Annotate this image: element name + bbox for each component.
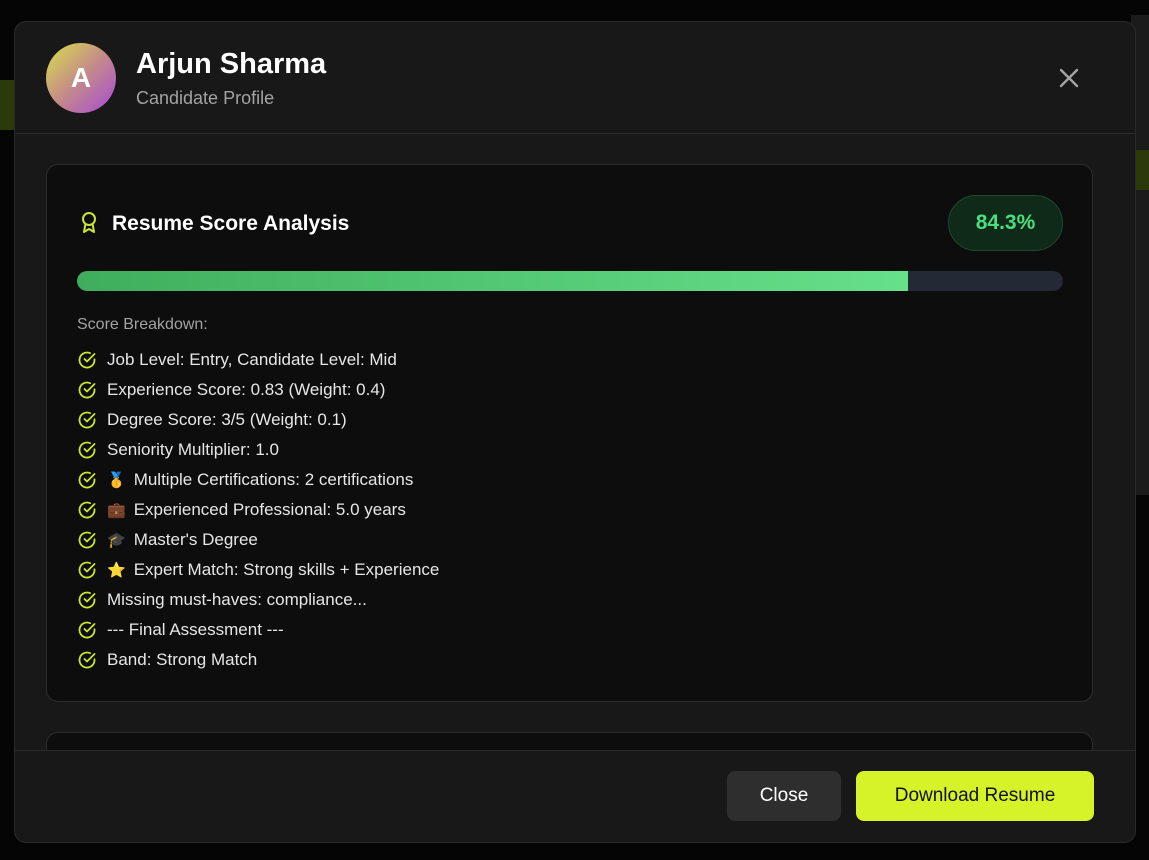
download-resume-button[interactable]: Download Resume: [856, 771, 1094, 821]
breakdown-item-text: Experience Score: 0.83 (Weight: 0.4): [107, 380, 386, 399]
modal-header: A Arjun Sharma Candidate Profile: [15, 22, 1135, 134]
breakdown-item: Missing must-haves: compliance...: [77, 585, 439, 615]
breakdown-item: Experience Score: 0.83 (Weight: 0.4): [77, 375, 439, 405]
breakdown-list: Job Level: Entry, Candidate Level: Mid Ex…: [77, 345, 439, 675]
breakdown-item: Band: Strong Match: [77, 645, 439, 675]
modal-footer: Close Download Resume: [15, 750, 1135, 842]
breakdown-item-text: --- Final Assessment ---: [107, 620, 284, 639]
score-progress-bar: [77, 271, 1063, 291]
card-title: Resume Score Analysis: [112, 212, 350, 235]
breakdown-item-text: Experienced Professional: 5.0 years: [133, 500, 406, 519]
breakdown-item-text: Job Level: Entry, Candidate Level: Mid: [107, 350, 397, 369]
breakdown-item-emoji: 🎓: [107, 532, 126, 549]
score-badge-text: 84.3%: [975, 211, 1036, 234]
background-accent-right: [1135, 150, 1149, 190]
breakdown-item: 🎓 Master's Degree: [77, 525, 439, 555]
breakdown-item: Job Level: Entry, Candidate Level: Mid: [77, 345, 439, 375]
breakdown-item: ⭐ Expert Match: Strong skills + Experienc…: [77, 555, 439, 585]
candidate-subtitle: Candidate Profile: [136, 88, 275, 108]
breakdown-item: Seniority Multiplier: 1.0: [77, 435, 439, 465]
candidate-profile-modal: A Arjun Sharma Candidate Profile Resume …: [14, 21, 1136, 843]
breakdown-item: 🥇 Multiple Certifications: 2 certificatio…: [77, 465, 439, 495]
breakdown-item-emoji: 🥇: [107, 472, 126, 489]
breakdown-item-text: Expert Match: Strong skills + Experience: [133, 560, 440, 579]
breakdown-item: Degree Score: 3/5 (Weight: 0.1): [77, 405, 439, 435]
breakdown-item-text: Seniority Multiplier: 1.0: [107, 440, 279, 459]
avatar: A: [46, 43, 116, 113]
breakdown-item-emoji: ⭐: [107, 562, 126, 579]
check-circle-icon: [78, 651, 96, 669]
check-circle-icon: [78, 441, 96, 459]
breakdown-item-text: Band: Strong Match: [107, 650, 258, 669]
breakdown-item-text: Master's Degree: [133, 530, 258, 549]
breakdown-item-emoji: 💼: [107, 502, 126, 519]
close-button[interactable]: Close: [727, 771, 841, 821]
breakdown-label: Score Breakdown:: [77, 316, 208, 333]
score-badge: 84.3%: [948, 195, 1063, 251]
breakdown-item: 💼 Experienced Professional: 5.0 years: [77, 495, 439, 525]
next-section-card: [46, 732, 1093, 750]
breakdown-item-text: Multiple Certifications: 2 certification…: [133, 470, 414, 489]
avatar-initial: A: [70, 62, 92, 93]
check-circle-icon: [78, 471, 96, 489]
score-analysis-card: Resume Score Analysis 84.3% Score Breakd…: [46, 164, 1093, 702]
check-circle-icon: [78, 501, 96, 519]
award-icon: [82, 212, 96, 233]
score-progress-fill: [77, 271, 909, 291]
breakdown-item: --- Final Assessment ---: [77, 615, 439, 645]
candidate-name: Arjun Sharma: [136, 48, 327, 80]
check-circle-icon: [78, 381, 96, 399]
modal-content[interactable]: Resume Score Analysis 84.3% Score Breakd…: [15, 134, 1135, 750]
breakdown-item-text: Degree Score: 3/5 (Weight: 0.1): [107, 410, 347, 429]
check-circle-icon: [78, 531, 96, 549]
background-accent-left: [0, 80, 14, 130]
check-circle-icon: [78, 591, 96, 609]
breakdown-item-text: Missing must-haves: compliance...: [107, 590, 367, 609]
check-circle-icon: [78, 351, 96, 369]
close-icon[interactable]: [1055, 64, 1083, 92]
check-circle-icon: [78, 411, 96, 429]
check-circle-icon: [78, 621, 96, 639]
check-circle-icon: [78, 561, 96, 579]
